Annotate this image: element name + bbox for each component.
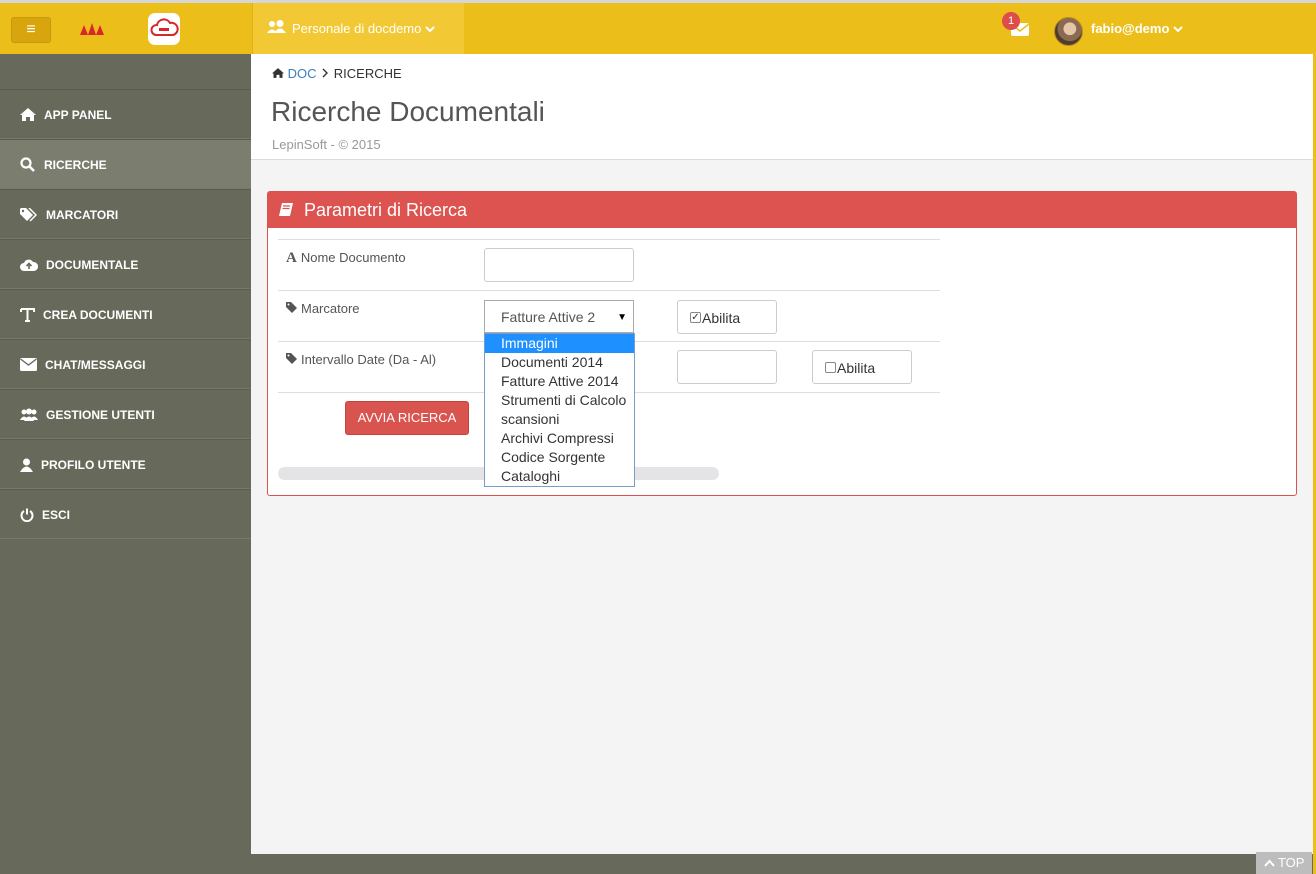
- user-menu[interactable]: fabio@demo: [1091, 21, 1183, 36]
- font-icon: A: [286, 250, 297, 266]
- sidebar-item-label: RICERCHE: [44, 158, 107, 172]
- sidebar-item-label: DOCUMENTALE: [46, 258, 139, 272]
- avatar[interactable]: [1054, 17, 1083, 46]
- company-selector[interactable]: Personale di docdemo: [252, 3, 464, 54]
- user-name: fabio@demo: [1091, 21, 1170, 36]
- marcatore-select[interactable]: Fatture Attive 2 ▼: [484, 300, 634, 333]
- chevron-down-icon: [425, 21, 435, 36]
- users-icon: [267, 4, 286, 55]
- page-header: DOC RICERCHE Ricerche Documentali LepinS…: [251, 54, 1313, 160]
- cloud-upload-icon: [20, 259, 39, 272]
- dropdown-option[interactable]: Codice Sorgente: [485, 448, 634, 467]
- marcatore-enable-toggle[interactable]: ✓ Abilita: [677, 300, 777, 334]
- breadcrumb: DOC RICERCHE: [272, 66, 402, 81]
- selected-value: Fatture Attive 2: [501, 309, 596, 325]
- users-icon: [20, 408, 38, 421]
- field-label: Marcatore: [286, 301, 360, 316]
- checkbox-label: Abilita: [837, 360, 876, 376]
- dropdown-option[interactable]: Strumenti di Calcolo: [485, 391, 634, 410]
- field-label: A Nome Documento: [286, 250, 406, 267]
- form-row-nome-documento: A Nome Documento: [278, 239, 940, 290]
- dropdown-option[interactable]: Immagini: [485, 334, 634, 353]
- dropdown-option[interactable]: scansioni: [485, 410, 634, 429]
- field-label-text: Marcatore: [301, 301, 360, 316]
- sidebar-item-crea-documenti[interactable]: CREA DOCUMENTI: [0, 289, 251, 339]
- book-icon: [279, 203, 293, 216]
- sidebar-item-ricerche[interactable]: RICERCHE: [0, 139, 251, 189]
- search-parameters-panel: Parametri di Ricerca A Nome Documento Mar…: [267, 191, 1297, 496]
- dropdown-option[interactable]: Documenti 2014: [485, 353, 634, 372]
- date-to-input[interactable]: [677, 350, 777, 384]
- main-content: DOC RICERCHE Ricerche Documentali LepinS…: [251, 54, 1313, 854]
- text-icon: [20, 307, 35, 322]
- avvia-ricerca-button[interactable]: AVVIA RICERCA: [345, 401, 469, 435]
- breadcrumb-current: RICERCHE: [333, 66, 402, 81]
- nome-documento-input[interactable]: [484, 248, 634, 282]
- sidebar-item-label: APP PANEL: [44, 108, 112, 122]
- field-label: Intervallo Date (Da - Al): [286, 352, 436, 367]
- chevron-right-icon: [320, 66, 330, 81]
- sidebar-item-documentale[interactable]: DOCUMENTALE: [0, 239, 251, 289]
- page-subtitle: LepinSoft - © 2015: [272, 137, 381, 152]
- checkbox-unchecked[interactable]: [825, 361, 836, 373]
- sidebar-item-chat-messaggi[interactable]: CHAT/MESSAGGI: [0, 339, 251, 389]
- sidebar-item-marcatori[interactable]: MARCATORI: [0, 189, 251, 239]
- scroll-top-button[interactable]: TOP: [1256, 852, 1312, 874]
- checkbox-label: Abilita: [702, 310, 741, 326]
- user-icon: [20, 458, 33, 472]
- sidebar-item-label: ESCI: [42, 508, 71, 522]
- menu-toggle-button[interactable]: ≡: [11, 17, 51, 43]
- doc-cloud-logo[interactable]: [148, 13, 180, 45]
- sidebar-item-label: MARCATORI: [46, 208, 119, 222]
- home-icon: [272, 66, 284, 81]
- chevron-up-icon: [1263, 855, 1275, 870]
- envelope-icon: [20, 358, 37, 372]
- checkbox-checked[interactable]: ✓: [690, 311, 701, 323]
- sidebar-item-label: CREA DOCUMENTI: [43, 308, 153, 322]
- tags-icon: [20, 207, 38, 222]
- power-icon: [20, 508, 34, 522]
- mail-count-badge: 1: [1002, 12, 1020, 30]
- sidebar-item-label: GESTIONE UTENTI: [46, 408, 155, 422]
- dropdown-option[interactable]: Archivi Compressi: [485, 429, 634, 448]
- dropdown-arrow-icon: ▼: [617, 312, 627, 323]
- sidebar-item-label: CHAT/MESSAGGI: [45, 358, 146, 372]
- field-label-text: Intervallo Date (Da - Al): [301, 352, 437, 367]
- home-icon: [20, 108, 36, 122]
- field-label-text: Nome Documento: [300, 250, 406, 265]
- panel-header: Parametri di Ricerca: [268, 192, 1296, 228]
- date-enable-toggle[interactable]: Abilita: [812, 350, 912, 384]
- breadcrumb-root-link[interactable]: DOC: [288, 66, 317, 81]
- tag-icon: [286, 352, 297, 367]
- sidebar-item-label: PROFILO UTENTE: [41, 458, 146, 472]
- sidebar-item-app-panel[interactable]: APP PANEL: [0, 89, 251, 139]
- marcatore-dropdown-list[interactable]: Immagini Documenti 2014 Fatture Attive 2…: [484, 333, 635, 487]
- panel-title: Parametri di Ricerca: [304, 200, 468, 220]
- dropdown-option[interactable]: Fatture Attive 2014: [485, 372, 634, 391]
- chevron-down-icon: [1173, 21, 1183, 36]
- dropdown-option[interactable]: Cataloghi: [485, 467, 634, 486]
- sidebar: APP PANEL RICERCHE MARCATORI DOCUMENTALE…: [0, 54, 251, 874]
- sidebar-item-profilo-utente[interactable]: PROFILO UTENTE: [0, 439, 251, 489]
- top-bar: ≡ Personale di docdemo 1 fabio@demo: [0, 0, 1316, 54]
- company-name: Personale di docdemo: [292, 21, 422, 36]
- search-icon: [20, 157, 35, 173]
- brand-logo: [80, 23, 104, 35]
- sidebar-item-gestione-utenti[interactable]: GESTIONE UTENTI: [0, 389, 251, 439]
- sidebar-item-esci[interactable]: ESCI: [0, 489, 251, 539]
- scroll-top-label: TOP: [1277, 855, 1305, 870]
- tag-icon: [286, 301, 297, 316]
- page-title: Ricerche Documentali: [271, 96, 545, 127]
